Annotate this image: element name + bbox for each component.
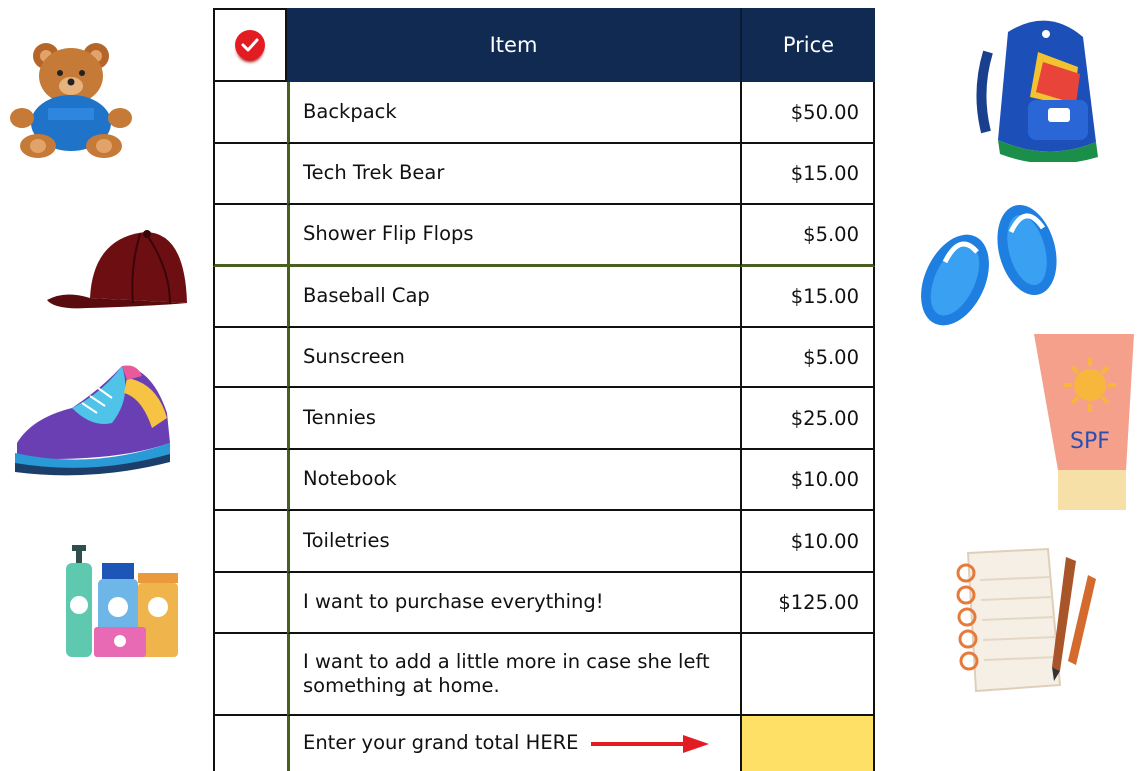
item-name: Backpack xyxy=(287,82,740,144)
notebook-icon xyxy=(956,547,1096,693)
row-checkbox[interactable] xyxy=(213,450,287,511)
item-name: I want to purchase everything! xyxy=(287,573,740,634)
item-name: Tech Trek Bear xyxy=(287,144,740,205)
table-row: Backpack $50.00 xyxy=(213,82,875,144)
item-name: Baseball Cap xyxy=(287,267,740,328)
total-label-cell: Enter your grand total HERE xyxy=(287,716,740,771)
item-price: $15.00 xyxy=(740,267,875,328)
total-row: Enter your grand total HERE xyxy=(213,716,875,771)
row-checkbox[interactable] xyxy=(213,388,287,450)
row-checkbox xyxy=(213,716,287,771)
header-price: Price xyxy=(740,8,875,82)
header-item: Item xyxy=(287,8,740,82)
row-checkbox[interactable] xyxy=(213,267,287,328)
svg-text:SPF: SPF xyxy=(1070,429,1110,454)
table-row: Tennies $25.00 xyxy=(213,388,875,450)
item-name: Notebook xyxy=(287,450,740,511)
row-checkbox[interactable] xyxy=(213,573,287,634)
item-price: $5.00 xyxy=(740,205,875,267)
item-price: $50.00 xyxy=(740,82,875,144)
table-row: I want to add a little more in case she … xyxy=(213,634,875,716)
table-row: Notebook $10.00 xyxy=(213,450,875,511)
checkmark-icon xyxy=(235,30,265,60)
item-price: $25.00 xyxy=(740,388,875,450)
item-price: $125.00 xyxy=(740,573,875,634)
sunscreen-icon: SPF xyxy=(1034,334,1134,510)
table-row: Baseball Cap $15.00 xyxy=(213,267,875,328)
price-table: Item Price Backpack $50.00 Tech Trek Bea… xyxy=(213,8,875,771)
table-row: Shower Flip Flops $5.00 xyxy=(213,205,875,267)
arrow-right-icon xyxy=(590,734,709,753)
table-row: Toiletries $10.00 xyxy=(213,511,875,573)
header-check-cell xyxy=(213,8,287,82)
row-checkbox[interactable] xyxy=(213,511,287,573)
flip-flops-icon xyxy=(921,204,1057,326)
baseball-cap-icon xyxy=(47,230,187,309)
table-header: Item Price xyxy=(213,8,875,82)
table-row: I want to purchase everything! $125.00 xyxy=(213,573,875,634)
row-checkbox[interactable] xyxy=(213,634,287,716)
toiletries-icon xyxy=(66,545,178,657)
item-price: $10.00 xyxy=(740,450,875,511)
row-checkbox[interactable] xyxy=(213,328,287,388)
item-price: $5.00 xyxy=(740,328,875,388)
table-row: Sunscreen $5.00 xyxy=(213,328,875,388)
item-price-input[interactable] xyxy=(740,634,875,716)
item-name: I want to add a little more in case she … xyxy=(287,634,740,716)
item-price: $10.00 xyxy=(740,511,875,573)
item-name: Sunscreen xyxy=(287,328,740,388)
row-checkbox[interactable] xyxy=(213,144,287,205)
backpack-icon xyxy=(976,20,1098,162)
item-name: Tennies xyxy=(287,388,740,450)
row-checkbox[interactable] xyxy=(213,205,287,267)
grand-total-input[interactable] xyxy=(740,716,875,771)
sneaker-icon xyxy=(15,365,170,476)
total-label: Enter your grand total HERE xyxy=(303,731,579,755)
teddy-bear-icon xyxy=(10,43,132,158)
item-price: $15.00 xyxy=(740,144,875,205)
row-checkbox[interactable] xyxy=(213,82,287,144)
table-row: Tech Trek Bear $15.00 xyxy=(213,144,875,205)
item-name: Shower Flip Flops xyxy=(287,205,740,267)
item-name: Toiletries xyxy=(287,511,740,573)
